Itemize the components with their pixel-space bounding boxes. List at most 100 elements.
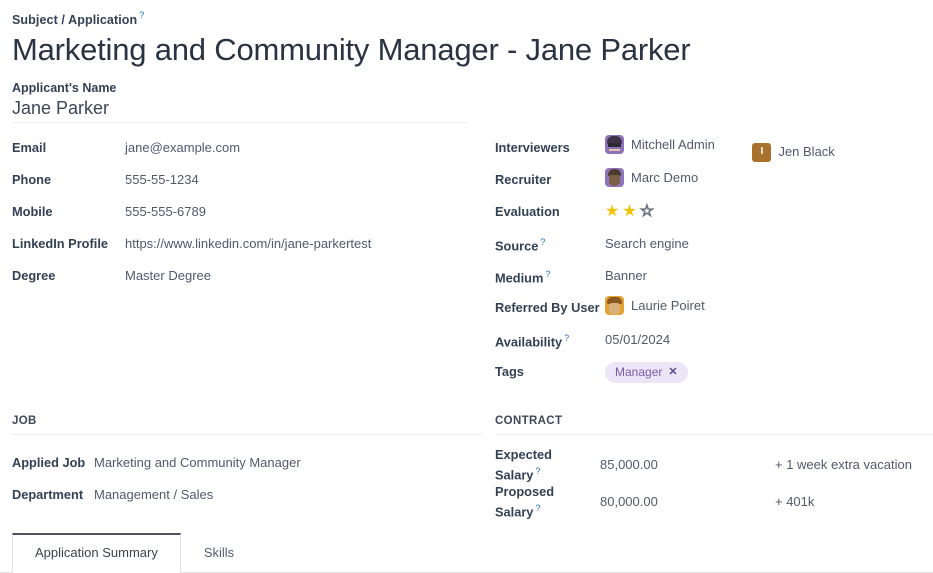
avatar-letter-jen-icon: I <box>752 143 771 162</box>
medium-label-text: Medium <box>495 270 543 285</box>
availability-label-text: Availability <box>495 334 562 349</box>
field-label-evaluation: Evaluation <box>495 204 605 220</box>
field-extra-proposed-salary[interactable]: + 401k <box>775 493 814 511</box>
tab-application-summary[interactable]: Application Summary <box>12 533 181 573</box>
tag-label: Manager <box>615 364 662 381</box>
left-field-column: Email jane@example.com Phone 555-55-1234… <box>12 132 482 292</box>
interviewer-chip[interactable]: I Jen Black <box>752 143 834 162</box>
close-icon[interactable]: ✕ <box>668 364 677 381</box>
notebook-tabs: Application Summary Skills <box>0 531 933 573</box>
field-label-tags: Tags <box>495 364 605 380</box>
contract-section-title: CONTRACT <box>495 414 933 435</box>
job-section-title: JOB <box>12 414 482 435</box>
field-value-interviewers[interactable]: Mitchell Admin I Jen Black <box>605 135 835 162</box>
expected-salary-help-icon[interactable]: ? <box>535 466 540 476</box>
field-linkedin: LinkedIn Profile https://www.linkedin.co… <box>12 228 482 260</box>
referred-user-chip[interactable]: Laurie Poiret <box>605 296 705 315</box>
field-recruiter: Recruiter Marc Demo <box>495 164 933 196</box>
field-interviewers: Interviewers Mitchell Admin I Jen Black <box>495 132 933 164</box>
applicant-form-sheet: Subject / Application? Marketing and Com… <box>0 0 933 520</box>
field-value-source[interactable]: Search engine <box>605 235 689 253</box>
field-referred-by-user: Referred By User Laurie Poiret <box>495 292 933 324</box>
field-phone: Phone 555-55-1234 <box>12 164 482 196</box>
sections-row: JOB Applied Job Marketing and Community … <box>12 414 921 520</box>
avatar-photo-mitchell-icon <box>605 135 624 154</box>
field-value-proposed-salary[interactable]: 80,000.00 <box>600 493 775 511</box>
page-title: Marketing and Community Manager - Jane P… <box>12 31 921 69</box>
tag-chip[interactable]: Manager ✕ <box>605 362 688 383</box>
field-label-interviewers: Interviewers <box>495 140 605 156</box>
field-label-referred-by-user: Referred By User <box>495 300 605 316</box>
field-value-referred-by-user[interactable]: Laurie Poiret <box>605 296 705 320</box>
field-label-medium: Medium? <box>495 266 605 286</box>
field-expected-salary: Expected Salary? 85,000.00 + 1 week extr… <box>495 447 933 483</box>
field-label-proposed-salary: Proposed Salary? <box>495 484 600 520</box>
field-value-tags[interactable]: Manager ✕ <box>605 362 688 383</box>
recruiter-chip[interactable]: Marc Demo <box>605 168 698 187</box>
field-value-evaluation[interactable]: ★ ★ ☆ <box>605 203 654 221</box>
interviewer-chip[interactable]: Mitchell Admin <box>605 135 715 154</box>
field-value-recruiter[interactable]: Marc Demo <box>605 168 698 192</box>
field-availability: Availability? 05/01/2024 <box>495 324 933 356</box>
subject-label: Subject / Application <box>12 13 137 27</box>
field-mobile: Mobile 555-555-6789 <box>12 196 482 228</box>
applicant-name-block: Applicant's Name Jane Parker <box>12 81 468 123</box>
star-filled-icon[interactable]: ★ <box>622 203 636 221</box>
proposed-salary-help-icon[interactable]: ? <box>535 503 540 513</box>
proposed-salary-label-text: Proposed Salary <box>495 484 554 519</box>
star-empty-icon[interactable]: ☆ <box>640 203 654 221</box>
field-label-availability: Availability? <box>495 330 605 350</box>
source-help-icon[interactable]: ? <box>540 237 545 247</box>
medium-help-icon[interactable]: ? <box>545 269 550 279</box>
field-applied-job: Applied Job Marketing and Community Mana… <box>12 447 482 479</box>
field-evaluation: Evaluation ★ ★ ☆ <box>495 196 933 228</box>
right-field-column: Interviewers Mitchell Admin I Jen Black … <box>495 132 933 388</box>
subject-help-icon[interactable]: ? <box>139 10 144 20</box>
interviewer-name: Jen Black <box>778 143 834 161</box>
recruiter-name: Marc Demo <box>631 169 698 187</box>
interviewer-name: Mitchell Admin <box>631 136 715 154</box>
field-label-email: Email <box>12 140 125 156</box>
expected-salary-label-text: Expected Salary <box>495 447 552 482</box>
field-value-expected-salary[interactable]: 85,000.00 <box>600 456 775 474</box>
field-value-linkedin[interactable]: https://www.linkedin.com/in/jane-parkert… <box>125 235 371 253</box>
field-department: Department Management / Sales <box>12 479 482 511</box>
availability-help-icon[interactable]: ? <box>564 333 569 343</box>
star-filled-icon[interactable]: ★ <box>605 203 619 221</box>
applicant-name-label: Applicant's Name <box>12 81 468 96</box>
field-label-recruiter: Recruiter <box>495 172 605 188</box>
field-tags: Tags Manager ✕ <box>495 356 933 388</box>
field-label-department: Department <box>12 487 94 503</box>
field-value-availability[interactable]: 05/01/2024 <box>605 331 670 349</box>
field-email: Email jane@example.com <box>12 132 482 164</box>
fields-columns: Email jane@example.com Phone 555-55-1234… <box>12 132 921 388</box>
applicant-name-value[interactable]: Jane Parker <box>12 96 468 123</box>
contract-section: CONTRACT Expected Salary? 85,000.00 + 1 … <box>495 414 933 520</box>
field-label-applied-job: Applied Job <box>12 455 94 471</box>
field-label-expected-salary: Expected Salary? <box>495 447 600 483</box>
tab-skills[interactable]: Skills <box>181 533 257 573</box>
field-label-phone: Phone <box>12 172 125 188</box>
field-degree: Degree Master Degree <box>12 260 482 292</box>
field-value-mobile[interactable]: 555-555-6789 <box>125 203 206 221</box>
source-label-text: Source <box>495 238 538 253</box>
field-medium: Medium? Banner <box>495 260 933 292</box>
field-value-degree[interactable]: Master Degree <box>125 267 211 285</box>
field-source: Source? Search engine <box>495 228 933 260</box>
avatar-photo-marc-icon <box>605 168 624 187</box>
job-section: JOB Applied Job Marketing and Community … <box>12 414 482 520</box>
field-proposed-salary: Proposed Salary? 80,000.00 + 401k <box>495 484 933 520</box>
avatar-photo-laurie-icon <box>605 296 624 315</box>
evaluation-stars[interactable]: ★ ★ ☆ <box>605 203 654 221</box>
field-value-department[interactable]: Management / Sales <box>94 486 213 504</box>
field-extra-expected-salary[interactable]: + 1 week extra vacation <box>775 456 912 474</box>
field-value-email[interactable]: jane@example.com <box>125 139 240 157</box>
field-label-mobile: Mobile <box>12 204 125 220</box>
subject-label-row: Subject / Application? <box>12 10 921 29</box>
field-value-phone[interactable]: 555-55-1234 <box>125 171 199 189</box>
field-label-source: Source? <box>495 234 605 254</box>
field-value-medium[interactable]: Banner <box>605 267 647 285</box>
field-value-applied-job[interactable]: Marketing and Community Manager <box>94 454 301 472</box>
referred-user-name: Laurie Poiret <box>631 297 705 315</box>
field-label-linkedin: LinkedIn Profile <box>12 236 125 252</box>
